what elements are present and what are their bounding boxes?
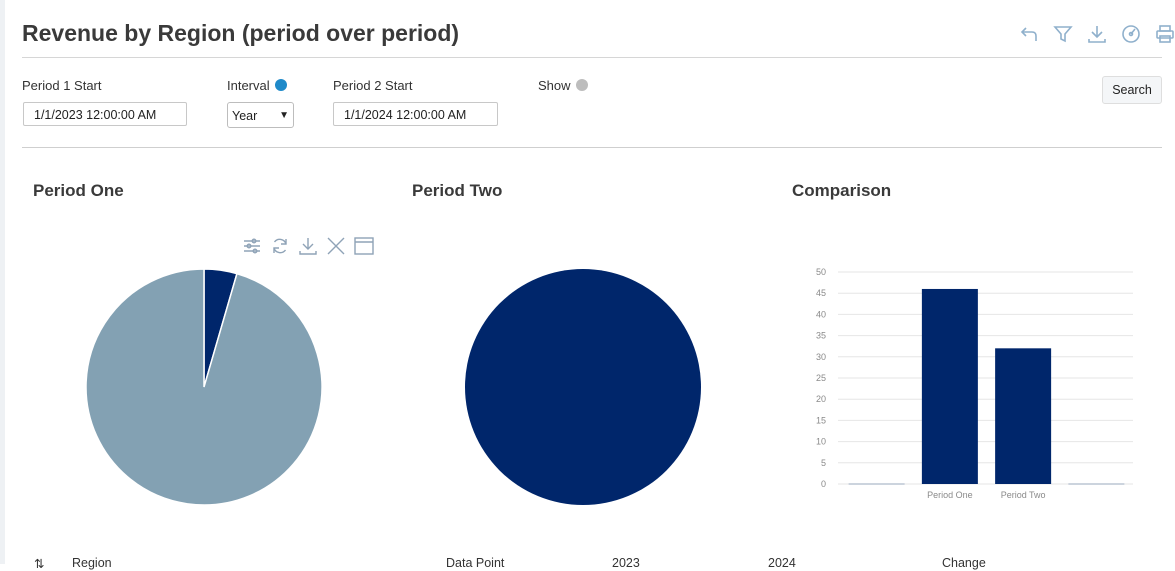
title-divider (22, 57, 1162, 58)
interval-label: Interval (227, 78, 270, 93)
period-two-pie-chart (465, 269, 701, 505)
undo-icon[interactable] (1019, 24, 1039, 44)
y-tick-label: 15 (816, 415, 826, 425)
pie-slice-0[interactable] (465, 269, 701, 505)
table-col-data-point[interactable]: Data Point (446, 556, 504, 570)
page-title: Revenue by Region (period over period) (22, 20, 460, 46)
interval-label-group: Interval (227, 78, 287, 93)
filter-divider (22, 147, 1162, 148)
y-tick-label: 35 (816, 331, 826, 341)
x-tick-label: Period Two (1001, 490, 1046, 500)
x-tick-label: Period One (927, 490, 973, 500)
table-col-2024[interactable]: 2024 (768, 556, 796, 570)
left-rail (0, 0, 5, 564)
dashboard-icon[interactable] (1121, 24, 1141, 44)
table-col-2023[interactable]: 2023 (612, 556, 640, 570)
download-icon[interactable] (298, 236, 318, 261)
y-tick-label: 40 (816, 309, 826, 319)
period1-label: Period 1 Start (22, 78, 102, 93)
chevron-down-icon: ▼ (279, 110, 289, 121)
y-tick-label: 20 (816, 394, 826, 404)
y-tick-label: 25 (816, 373, 826, 383)
y-tick-label: 45 (816, 288, 826, 298)
period2-label: Period 2 Start (333, 78, 413, 93)
close-icon[interactable] (326, 236, 346, 261)
interval-info-icon[interactable] (274, 79, 287, 91)
refresh-icon[interactable] (270, 236, 290, 261)
period2-input[interactable]: 1/1/2024 12:00:00 AM (333, 102, 498, 126)
show-label: Show (538, 78, 571, 93)
period-two-title: Period Two (412, 181, 503, 200)
search-button[interactable]: Search (1102, 76, 1162, 104)
table-col-change[interactable]: Change (942, 556, 986, 570)
filter-icon[interactable] (1053, 24, 1073, 44)
period-one-title: Period One (33, 181, 124, 200)
interval-select[interactable]: Year ▼ (227, 102, 294, 128)
show-toggle-icon[interactable] (575, 79, 588, 91)
y-tick-label: 5 (821, 458, 826, 468)
bar[interactable] (995, 348, 1052, 484)
show-label-group: Show (538, 78, 588, 93)
table-col-region[interactable]: Region (72, 556, 112, 570)
y-tick-label: 50 (816, 267, 826, 277)
period-one-pie-chart (85, 268, 323, 506)
comparison-bar-chart: 0 5 10 15 20 25 30 35 40 45 50 Period One Period Two (816, 267, 1133, 500)
print-icon[interactable] (1155, 24, 1175, 44)
period1-input[interactable]: 1/1/2023 12:00:00 AM (23, 102, 187, 126)
comparison-title: Comparison (792, 181, 892, 200)
pie-slice-1[interactable] (85, 268, 323, 506)
chart-toolbox (242, 236, 374, 261)
y-tick-label: 30 (816, 352, 826, 362)
y-tick-label: 0 (821, 479, 826, 489)
y-tick-label: 10 (816, 437, 826, 447)
settings-icon[interactable] (242, 236, 262, 261)
interval-select-value: Year (232, 109, 258, 123)
page-toolbar (1019, 24, 1175, 44)
download-icon[interactable] (1087, 24, 1107, 44)
bar[interactable] (921, 288, 978, 484)
maximize-icon[interactable] (354, 236, 374, 261)
